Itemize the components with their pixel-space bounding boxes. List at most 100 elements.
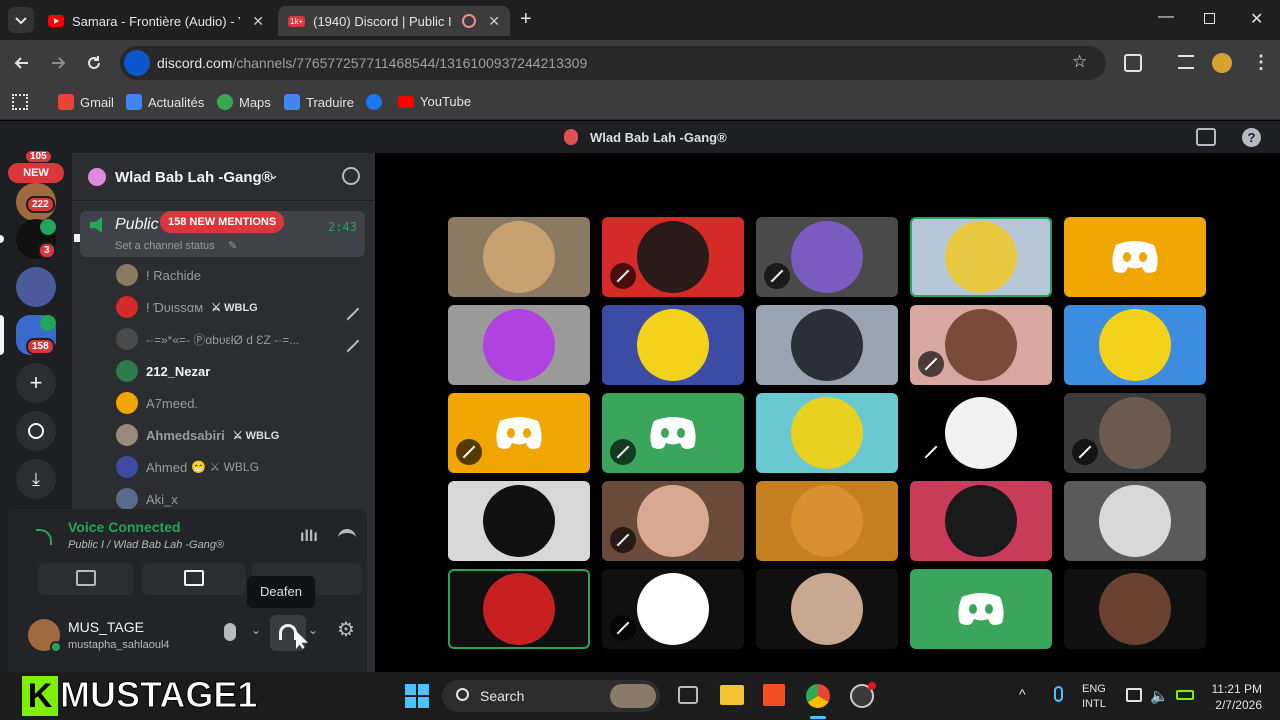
- minimize-button[interactable]: —: [1158, 8, 1174, 26]
- video-tile[interactable]: [910, 393, 1052, 473]
- screen-share-button[interactable]: [142, 563, 246, 595]
- video-tile[interactable]: [602, 305, 744, 385]
- tab-youtube[interactable]: Samara - Frontière (Audio) - Yo ✕: [38, 6, 274, 36]
- user-display-name[interactable]: MUS_TAGE: [68, 619, 144, 635]
- new-tab-button[interactable]: +: [520, 8, 532, 31]
- voice-member[interactable]: Ahmed 😁 ⚔ WBLG: [116, 453, 259, 481]
- new-pill[interactable]: NEW: [8, 163, 64, 183]
- video-tile[interactable]: [910, 481, 1052, 561]
- tab-search-button[interactable]: [8, 7, 34, 33]
- video-tile[interactable]: [448, 217, 590, 297]
- invite-people-icon[interactable]: [342, 167, 360, 185]
- discord-app: Wlad Bab Lah -Gang® ? 105 NEW 222 3 158 …: [0, 121, 1280, 672]
- bookmark-maps[interactable]: Maps: [217, 94, 271, 110]
- task-view-icon[interactable]: [678, 686, 698, 704]
- video-tile[interactable]: [756, 569, 898, 649]
- video-tile[interactable]: [448, 569, 590, 649]
- extensions-icon[interactable]: [1124, 54, 1142, 72]
- profile-avatar[interactable]: [1212, 53, 1232, 73]
- language-indicator[interactable]: ENG INTL: [1082, 682, 1106, 712]
- mute-mic-button[interactable]: [224, 623, 236, 641]
- close-icon[interactable]: ✕: [252, 13, 264, 30]
- video-tile[interactable]: [602, 481, 744, 561]
- video-tile[interactable]: [1064, 393, 1206, 473]
- bookmark-gmail[interactable]: Gmail: [58, 94, 114, 110]
- video-tile[interactable]: [602, 217, 744, 297]
- network-icon[interactable]: [1126, 688, 1142, 702]
- inbox-icon[interactable]: [1196, 128, 1216, 146]
- deafen-options-chevron-icon[interactable]: ⌄: [308, 623, 318, 637]
- video-tile[interactable]: [448, 393, 590, 473]
- video-tile[interactable]: [602, 569, 744, 649]
- microphone-tray-icon[interactable]: [1054, 686, 1063, 702]
- video-tile[interactable]: [756, 481, 898, 561]
- explore-button[interactable]: [16, 411, 56, 451]
- bookmark-star-icon[interactable]: ☆: [1072, 52, 1087, 72]
- taskbar-search[interactable]: Search: [442, 680, 660, 712]
- mic-options-chevron-icon[interactable]: ⌄: [251, 623, 261, 637]
- bookmark-facebook[interactable]: [366, 94, 388, 110]
- voice-member[interactable]: ! Ɗυιѕѕαм ⚔ WBLG: [116, 293, 258, 321]
- video-tile[interactable]: [756, 393, 898, 473]
- video-tile[interactable]: [756, 217, 898, 297]
- voice-member[interactable]: ! Rachide: [116, 261, 201, 289]
- help-icon[interactable]: ?: [1242, 128, 1261, 147]
- speaker-icon: [90, 217, 102, 233]
- restore-button[interactable]: [1204, 13, 1215, 24]
- server-icon-3[interactable]: [16, 267, 56, 307]
- signal-icon[interactable]: [36, 529, 52, 545]
- chrome-icon[interactable]: [806, 684, 830, 708]
- forward-button[interactable]: [48, 53, 68, 73]
- user-settings-gear-icon[interactable]: ⚙: [337, 617, 355, 642]
- close-icon[interactable]: ✕: [488, 13, 500, 30]
- back-button[interactable]: [12, 53, 32, 73]
- camera-off-button[interactable]: [38, 563, 134, 595]
- file-explorer-icon[interactable]: [720, 685, 744, 705]
- video-tile[interactable]: [448, 481, 590, 561]
- video-tile[interactable]: [1064, 569, 1206, 649]
- video-tile[interactable]: [910, 305, 1052, 385]
- screen-share-icon: [184, 570, 204, 586]
- store-icon[interactable]: [763, 684, 785, 706]
- video-tile[interactable]: [602, 393, 744, 473]
- bookmark-label: Maps: [239, 94, 271, 110]
- video-tile[interactable]: [1064, 217, 1206, 297]
- windows-logo-pane: [418, 697, 429, 708]
- apps-grid-icon[interactable]: [12, 94, 28, 110]
- start-button[interactable]: [405, 684, 429, 708]
- bookmark-translate[interactable]: Traduire: [284, 94, 354, 110]
- video-tile[interactable]: [1064, 305, 1206, 385]
- address-bar[interactable]: discord.com/channels/776577257711468544/…: [120, 46, 1106, 80]
- server-header[interactable]: Wlad Bab Lah -Gang® ⌄: [72, 153, 375, 201]
- video-tile[interactable]: [448, 305, 590, 385]
- noise-suppression-icon[interactable]: ıllı: [300, 528, 318, 546]
- bookmark-news[interactable]: Actualités: [126, 94, 204, 110]
- video-tile[interactable]: [910, 217, 1052, 297]
- channel-status-placeholder[interactable]: Set a channel status: [115, 240, 215, 252]
- voice-member[interactable]: Ahmedsabiri ⚔ WBLG: [116, 421, 279, 449]
- volume-icon[interactable]: 🔈: [1150, 687, 1169, 705]
- window-close-button[interactable]: ✕: [1250, 9, 1263, 29]
- browser-menu-icon[interactable]: ⋮: [1252, 52, 1270, 73]
- voice-member[interactable]: 212_Nezar: [116, 357, 210, 385]
- download-button[interactable]: ⤓: [16, 459, 56, 499]
- tab-discord[interactable]: 1k+ (1940) Discord | Public I ✕: [278, 6, 510, 36]
- media-control-icon[interactable]: [1178, 55, 1194, 69]
- voice-channel-row[interactable]: Public 158 NEW MENTIONS 2:43 Set a chann…: [80, 211, 365, 257]
- video-tile[interactable]: [910, 569, 1052, 649]
- video-tile[interactable]: [756, 305, 898, 385]
- voice-status[interactable]: Voice Connected: [68, 519, 181, 535]
- voice-member[interactable]: -·=»*«=- ⓅαbυεłØ d ƐZ -·=...: [116, 325, 299, 353]
- bookmark-youtube[interactable]: YouTube: [398, 94, 471, 109]
- voice-channel-path[interactable]: Public I / Wlad Bab Lah -Gang®: [68, 539, 224, 551]
- reload-button[interactable]: [84, 53, 104, 73]
- mentions-pill[interactable]: 158 NEW MENTIONS: [160, 211, 285, 233]
- mic-permission-icon[interactable]: [124, 50, 150, 76]
- add-server-button[interactable]: +: [16, 363, 56, 403]
- battery-icon[interactable]: [1176, 690, 1194, 700]
- clock[interactable]: 11:21 PM 2/7/2026: [1206, 681, 1262, 713]
- voice-member[interactable]: A7meed.: [116, 389, 198, 417]
- tray-chevron-icon[interactable]: ^: [1019, 686, 1026, 702]
- disconnect-icon[interactable]: [338, 529, 356, 539]
- video-tile[interactable]: [1064, 481, 1206, 561]
